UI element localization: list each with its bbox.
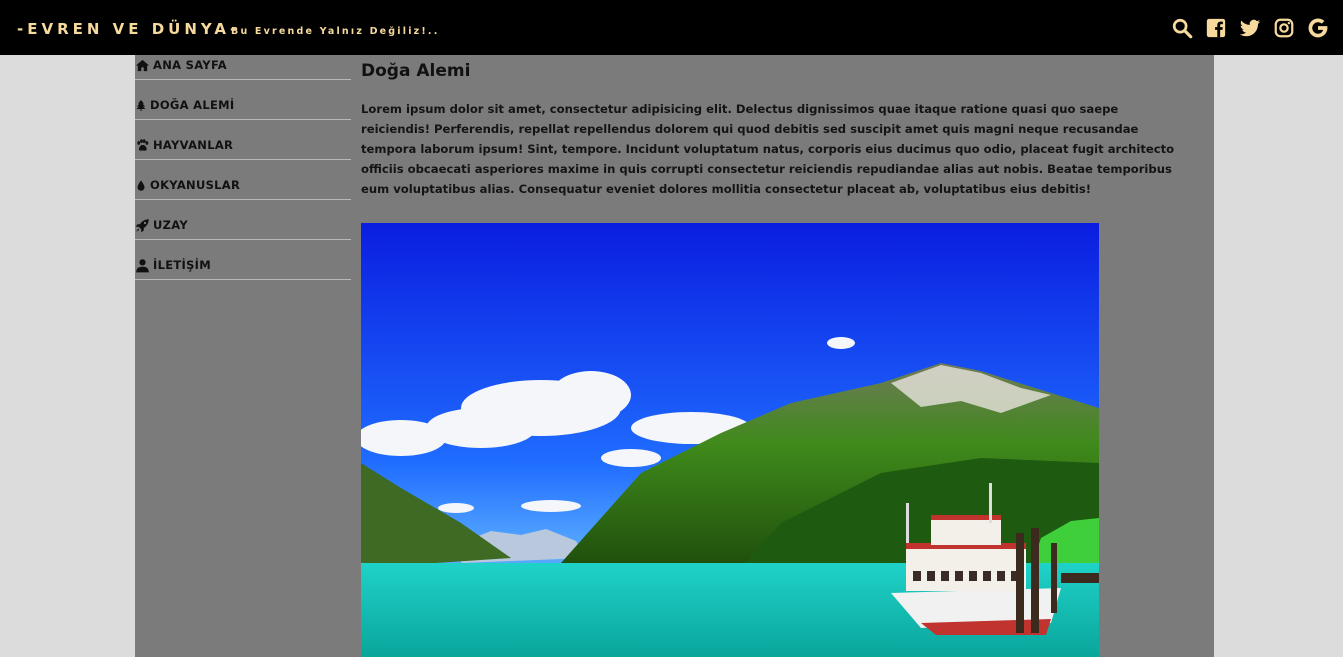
body-paragraph: Lorem ipsum dolor sit amet, consectetur … [361,102,1175,196]
instagram-icon[interactable] [1273,17,1295,39]
social-icons [1171,17,1329,39]
sidebar-item-label: UZAY [153,218,189,232]
user-icon [136,258,149,272]
twitter-icon[interactable] [1239,17,1261,39]
water-drop-icon [137,180,145,191]
sidebar-item-label: ANA SAYFA [153,58,227,72]
sidebar-item-doga-alemi[interactable]: DOĞA ALEMİ [135,80,351,120]
facebook-icon[interactable] [1205,17,1227,39]
sidebar-item-hayvanlar[interactable]: HAYVANLAR [135,120,351,160]
sidebar-item-iletisim[interactable]: İLETİŞİM [135,240,351,280]
site-tagline: Bu Evrende Yalnız Değiliz!.. [231,26,440,37]
main-content: Doğa Alemi Lorem ipsum dolor sit amet, c… [361,55,1201,199]
tree-icon [136,99,146,111]
sidebar-item-label: HAYVANLAR [153,138,234,152]
google-icon[interactable] [1307,17,1329,39]
sidebar-item-uzay[interactable]: UZAY [135,200,351,240]
site-title[interactable]: -EVREN VE DÜNYA- [17,20,240,38]
sidebar-item-label: DOĞA ALEMİ [150,98,235,112]
search-icon[interactable] [1171,17,1193,39]
sidebar-item-label: OKYANUSLAR [150,178,241,192]
landscape-image [361,223,1099,657]
sidebar-item-label: İLETİŞİM [153,258,211,272]
home-icon [135,59,150,71]
sidebar-menu: ANA SAYFA DOĞA ALEMİ HAYVANLAR OKYANUSLA… [135,40,351,280]
rocket-icon [135,218,149,232]
page-container: ANA SAYFA DOĞA ALEMİ HAYVANLAR OKYANUSLA… [135,55,1214,657]
paw-icon [137,138,149,151]
top-navbar: -EVREN VE DÜNYA- Bu Evrende Yalnız Değil… [0,0,1343,55]
page-title: Doğa Alemi [361,61,471,81]
sidebar-item-okyanuslar[interactable]: OKYANUSLAR [135,160,351,200]
